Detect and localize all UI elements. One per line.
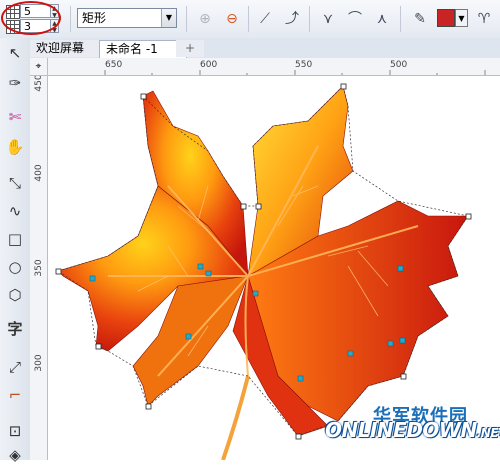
vertical-ruler[interactable]: 450 400 350 300 [30,76,48,460]
add-tab-button[interactable]: + [176,40,204,57]
separator [248,6,249,32]
ruler-label: 300 [34,354,44,372]
crop-icon[interactable]: ✄ [4,106,26,128]
watermark-en-main: ONLINEDOWN [325,418,477,442]
eyedropper-icon[interactable]: ✎ [410,9,430,29]
document-tabs: 欢迎屏幕 未命名 -1 + [30,38,500,59]
freehand-icon[interactable]: ⤡ [4,172,26,194]
pan-icon[interactable]: ✋ [4,136,26,158]
ruler-label: 400 [34,164,44,182]
effects-icon[interactable]: ⊡ [4,420,26,442]
watermark-text-en: ONLINEDOWN.NET [325,418,500,442]
curve-icon[interactable]: ⤴ [282,9,302,29]
add-node-icon[interactable]: ⊕ [195,9,215,29]
ruler-label: 350 [34,259,44,277]
line-segment-icon[interactable]: ⟋ [255,9,275,29]
dimension-icon[interactable]: ⤢ [4,356,26,378]
fill-icon[interactable]: ◈ [4,444,26,466]
tab-welcome[interactable]: 欢迎屏幕 [30,40,108,57]
connector-icon[interactable]: ⌐ [4,384,26,406]
smooth-node-icon[interactable]: ⌒ [345,9,365,29]
color-swatch[interactable] [437,9,455,27]
ellipse-icon[interactable]: ○ [4,256,26,278]
pointer-icon[interactable]: ↖ [4,42,26,64]
separator [186,6,187,32]
polygon-icon[interactable]: ⬡ [4,284,26,306]
text-icon[interactable]: 字 [4,318,26,340]
chevron-down-icon[interactable]: ▼ [455,9,468,27]
toolbox: ↖ ✑ ✄ ✋ ⤡ ∿ □ ○ ⬡ 字 ⤢ ⌐ ⊡ ◈ [0,38,31,464]
separator [70,6,71,32]
delete-node-icon[interactable]: ⊖ [222,9,242,29]
shape-select[interactable]: 矩形 ▼ [77,8,177,28]
highlight-circle [1,1,61,35]
watermark-en-suffix: .NET [476,426,500,440]
symmetric-node-icon[interactable]: ⋏ [372,9,392,29]
property-bar: 5 ▲ ▼ 3 ▲ ▼ 矩形 ▼ ⊕ ⊖ ⟋ ⤴ ⋎ ⌒ ⋏ ✎ ▼ ♈ [0,0,500,39]
rectangle-icon[interactable]: □ [4,228,26,250]
chevron-down-icon[interactable]: ▼ [161,9,176,27]
shape-select-value: 矩形 [82,11,107,25]
ruler-ticks [104,70,486,75]
separator [400,6,401,32]
separator [309,6,310,32]
horizontal-ruler[interactable]: 650 600 550 500 [48,58,500,76]
ruler-origin-icon[interactable]: ⌖ [30,58,48,76]
goblet-icon[interactable]: ♈ [474,9,494,29]
artistic-media-icon[interactable]: ∿ [4,200,26,222]
shape-tool-icon[interactable]: ✑ [4,72,26,94]
ruler-label: 450 [34,76,44,92]
tab-document[interactable]: 未命名 -1 [99,40,187,58]
cusp-node-icon[interactable]: ⋎ [318,9,338,29]
